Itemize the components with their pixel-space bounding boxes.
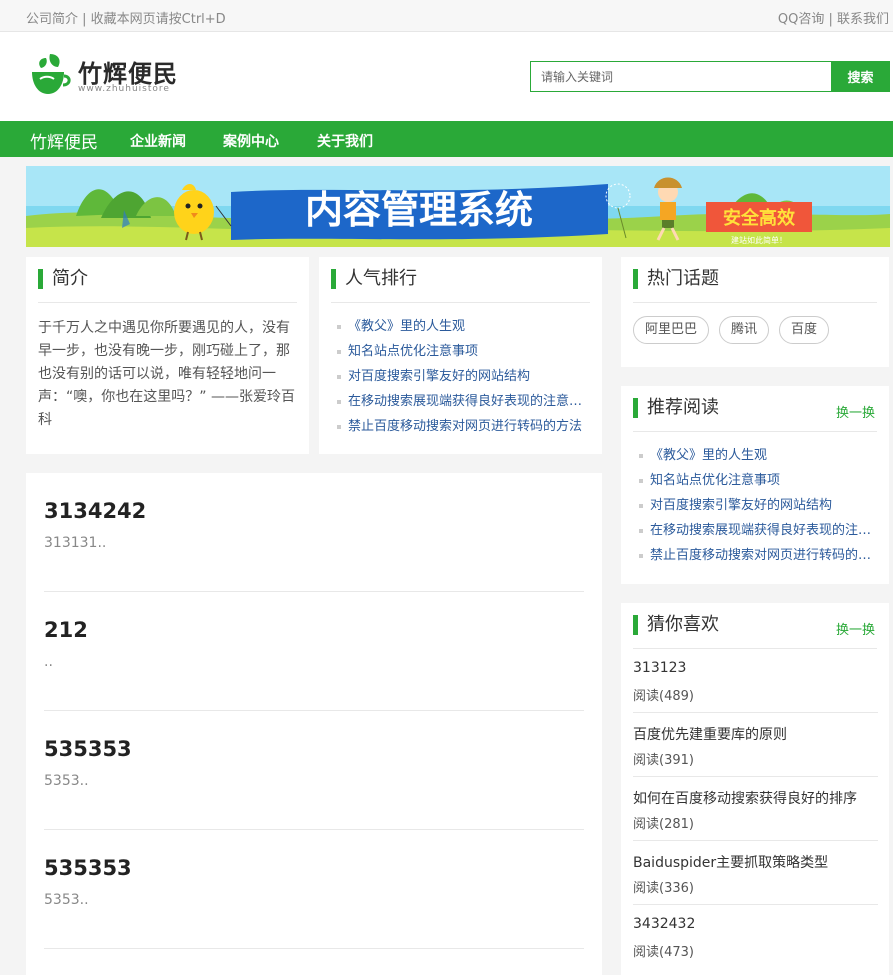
recommend-item[interactable]: 对百度搜索引擎友好的网站结构 xyxy=(639,496,879,521)
topics-title: 热门话题 xyxy=(633,269,719,289)
intro-panel: 简介 于千万人之中遇见你所要遇见的人，没有早一步，也没有晚一步，刚巧碰上了，那也… xyxy=(26,257,309,454)
divider xyxy=(331,302,590,303)
ranking-item[interactable]: 禁止百度移动搜索对网页进行转码的方法 xyxy=(337,417,591,442)
header: 竹辉便民 www.zhuhuistore 搜索 xyxy=(0,32,893,121)
recommend-panel: 推荐阅读 换一换 《教父》里的人生观 知名站点优化注意事项 对百度搜索引擎友好的… xyxy=(621,386,889,584)
guess-item[interactable]: 百度优先建重要库的原则 阅读(391) xyxy=(633,713,878,777)
guess-title: 猜你喜欢 xyxy=(633,615,719,635)
teacup-leaf-icon xyxy=(32,54,71,94)
article-item[interactable]: 535353 5353.. xyxy=(44,711,584,830)
ranking-item[interactable]: 对百度搜索引擎友好的网站结构 xyxy=(337,367,591,392)
guess-item[interactable]: 3432432 阅读(473) xyxy=(633,905,878,969)
guess-item-reads: 阅读(473) xyxy=(633,945,694,960)
divider xyxy=(633,302,877,303)
article-title[interactable]: 535353 xyxy=(44,856,132,880)
article-desc: .. xyxy=(44,654,53,670)
banner-illustration: 内容管理系统 安全高效 建站如此简单！ xyxy=(26,166,890,247)
ranking-item[interactable]: 在移动搜索展现端获得良好表现的注意事项 xyxy=(337,392,591,417)
banner-title: 内容管理系统 xyxy=(305,188,533,232)
guess-item[interactable]: 如何在百度移动搜索获得良好的排序 阅读(281) xyxy=(633,777,878,841)
article-desc: 5353.. xyxy=(44,892,89,908)
ranking-list: 《教父》里的人生观 知名站点优化注意事项 对百度搜索引擎友好的网站结构 在移动搜… xyxy=(337,317,591,442)
article-item[interactable]: 535353 5353.. xyxy=(44,830,584,949)
article-item[interactable]: 3134242 313131.. xyxy=(44,473,584,592)
top-bar: 公司简介 | 收藏本网页请按Ctrl+D QQ咨询 | 联系我们 xyxy=(0,0,893,32)
tag-list: 阿里巴巴 腾讯 百度 xyxy=(633,316,839,344)
bullet xyxy=(639,503,643,508)
recommend-item[interactable]: 《教父》里的人生观 xyxy=(639,446,879,471)
bullet xyxy=(337,349,341,354)
article-title[interactable]: 535353 xyxy=(44,737,132,761)
nav-item-news[interactable]: 企业新闻 xyxy=(130,131,186,151)
guess-item[interactable]: 313123 阅读(489) xyxy=(633,649,878,713)
bullet xyxy=(337,324,341,329)
ranking-item[interactable]: 《教父》里的人生观 xyxy=(337,317,591,342)
article-list: 3134242 313131.. 212 .. 535353 5353.. 53… xyxy=(26,473,602,975)
guess-item-title[interactable]: 313123 xyxy=(633,660,686,676)
guess-item-title[interactable]: Baiduspider主要抓取策略类型 xyxy=(633,852,828,872)
article-title[interactable]: 212 xyxy=(44,618,88,642)
article-title[interactable]: 3134242 xyxy=(44,499,146,523)
recommend-item[interactable]: 禁止百度移动搜索对网页进行转码的方法 xyxy=(639,546,879,571)
main-nav: 竹辉便民 企业新闻 案例中心 关于我们 xyxy=(0,121,893,157)
nav-item-about[interactable]: 关于我们 xyxy=(317,131,373,151)
banner-badge: 安全高效 xyxy=(723,207,796,229)
search-box: 搜索 xyxy=(530,61,890,92)
guess-item-title[interactable]: 如何在百度移动搜索获得良好的排序 xyxy=(633,788,857,808)
banner[interactable]: 内容管理系统 安全高效 建站如此简单！ xyxy=(26,166,890,247)
article-desc: 5353.. xyxy=(44,773,89,789)
recommend-list: 《教父》里的人生观 知名站点优化注意事项 对百度搜索引擎友好的网站结构 在移动搜… xyxy=(639,446,879,571)
recommend-item[interactable]: 在移动搜索展现端获得良好表现的注意事项 xyxy=(639,521,879,546)
guess-item-title[interactable]: 3432432 xyxy=(633,916,695,932)
tag-alibaba[interactable]: 阿里巴巴 xyxy=(633,316,710,344)
guess-panel: 猜你喜欢 换一换 313123 阅读(489) 百度优先建重要库的原则 阅读(3… xyxy=(621,603,889,975)
guess-item-reads: 阅读(391) xyxy=(633,753,694,768)
logo-sub: www.zhuhuistore xyxy=(78,84,170,94)
tag-baidu[interactable]: 百度 xyxy=(779,316,830,344)
ranking-item[interactable]: 知名站点优化注意事项 xyxy=(337,342,591,367)
intro-title: 简介 xyxy=(38,269,88,289)
guess-item-reads: 阅读(336) xyxy=(633,881,694,896)
bullet xyxy=(639,453,643,458)
article-item[interactable]: 212 .. xyxy=(44,592,584,711)
divider xyxy=(633,431,877,432)
banner-caption: 建站如此简单！ xyxy=(731,235,787,245)
recommend-title: 推荐阅读 xyxy=(633,398,719,418)
search-input[interactable] xyxy=(531,62,831,91)
guess-item-reads: 阅读(489) xyxy=(633,689,694,704)
article-desc: 313131.. xyxy=(44,535,107,551)
guess-item[interactable]: Baiduspider主要抓取策略类型 阅读(336) xyxy=(633,841,878,905)
tag-tencent[interactable]: 腾讯 xyxy=(719,316,770,344)
guess-item-title[interactable]: 百度优先建重要库的原则 xyxy=(633,724,787,744)
bullet xyxy=(337,424,341,429)
bullet xyxy=(639,478,643,483)
topics-panel: 热门话题 阿里巴巴 腾讯 百度 xyxy=(621,257,889,367)
top-bar-right-links[interactable]: QQ咨询 | 联系我们 xyxy=(778,8,889,27)
divider xyxy=(38,302,297,303)
nav-brand[interactable]: 竹辉便民 xyxy=(30,128,98,153)
ranking-title: 人气排行 xyxy=(331,269,417,289)
top-bar-left-links[interactable]: 公司简介 | 收藏本网页请按Ctrl+D xyxy=(26,8,226,27)
bullet xyxy=(337,399,341,404)
intro-text: 于千万人之中遇见你所要遇见的人，没有早一步，也没有晚一步，刚巧碰上了，那也没有别… xyxy=(38,320,295,428)
recommend-item[interactable]: 知名站点优化注意事项 xyxy=(639,471,879,496)
site-logo[interactable]: 竹辉便民 www.zhuhuistore xyxy=(28,52,188,100)
guess-swap-link[interactable]: 换一换 xyxy=(836,619,875,638)
bullet xyxy=(639,553,643,558)
search-button[interactable]: 搜索 xyxy=(831,61,890,92)
nav-item-cases[interactable]: 案例中心 xyxy=(223,131,279,151)
recommend-swap-link[interactable]: 换一换 xyxy=(836,402,875,421)
guess-item-reads: 阅读(281) xyxy=(633,817,694,832)
bullet xyxy=(639,528,643,533)
bullet xyxy=(337,374,341,379)
ranking-panel: 人气排行 《教父》里的人生观 知名站点优化注意事项 对百度搜索引擎友好的网站结构… xyxy=(319,257,602,454)
